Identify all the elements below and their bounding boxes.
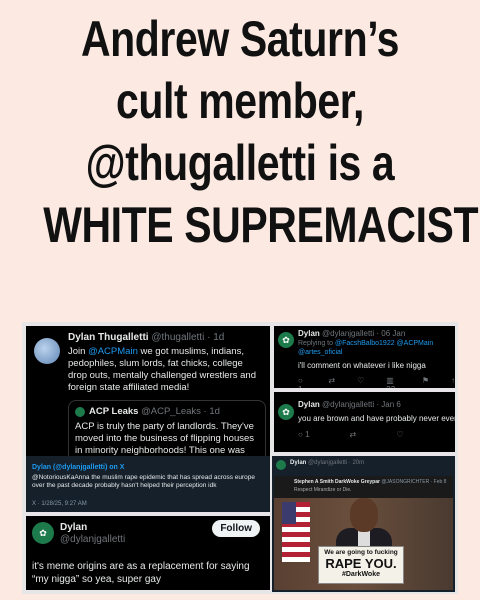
avatar (34, 338, 60, 364)
tweet-text: it's meme origins are as a replacement f… (32, 561, 250, 585)
embed-footer: X · 1/28/25, 9:27 AM (32, 501, 87, 507)
quoted-text: Respect Mirandize or Die. (294, 487, 352, 493)
embed-header[interactable]: Dylan (@dylanjgalletti) on X (32, 462, 124, 474)
author-name: Dylan (298, 400, 320, 409)
sign-text: RAPE YOU. (325, 556, 397, 571)
tweet-meme-origins: ✿ Dylan @dylanjgalletti Follow it's meme… (26, 516, 270, 590)
retweet-icon[interactable]: ⇄ (350, 430, 357, 439)
quoted-handle: @ACP_Leaks · 1d (141, 406, 220, 417)
quoted-name: ACP Leaks (89, 406, 139, 417)
author-handle: @dylanjgalletti (60, 534, 126, 545)
reply-count: 1 (298, 385, 302, 388)
author-name: Dylan (290, 460, 307, 466)
headline-line: cult member, (115, 73, 364, 129)
tweet-text: @NotoriousKaAnna the muslim rape epidemi… (32, 474, 256, 489)
attached-image[interactable]: Stephen A Smith DarkWoke Greypar @JASONG… (274, 476, 453, 590)
headline-line: WHITE SUPREMACIST (43, 197, 479, 253)
avatar-logo-icon: ✿ (278, 332, 294, 348)
tweet-reply-nigga: ✿ Dylan @dylanjgalletti · 06 Jan Replyin… (274, 326, 455, 388)
reply-icon[interactable]: ○ 1 (298, 430, 310, 439)
reply-icon[interactable]: ○ 1 (298, 376, 306, 388)
headline: Andrew Saturn’s cult member, @thugallett… (0, 8, 480, 256)
tweet-brown: ✿ Dylan @dylanjgalletti · Jan 6 you are … (274, 392, 455, 452)
protest-sign: We are going to fucking RAPE YOU. #DarkW… (318, 546, 404, 584)
tweet-embed-europe: Dylan (@dylanjgalletti) on X @NotoriousK… (26, 456, 270, 512)
tweet-header: Dylan @dylanjgalletti · 20m (272, 456, 451, 476)
headline-line: @thugalletti is a (85, 135, 395, 191)
tweet-darkwoke-image: Dylan @dylanjgalletti · 20m Stephen A Sm… (272, 456, 455, 592)
reply-prefix: Replying to (298, 340, 335, 347)
tweet-body: Join @ACPMain we got muslims, indians, p… (68, 346, 264, 394)
retweet-icon[interactable]: ⇄ (328, 376, 335, 388)
us-flag-icon (282, 502, 310, 562)
tweet-author: Dylan Thugalletti @thugalletti · 1d (68, 332, 224, 343)
avatar-logo-icon: ✿ (32, 522, 54, 544)
avatar-logo-icon (276, 460, 286, 470)
reply-count: 1 (305, 430, 310, 439)
tweet-text: Join (68, 346, 89, 357)
tweet-thugalletti: Dylan Thugalletti @thugalletti · 1d Join… (26, 326, 270, 468)
tweet-text: i'll comment on whatever i like nigga (298, 361, 426, 370)
quoted-name: Stephen A Smith DarkWoke Greypar (294, 479, 380, 485)
quoted-text: ACP is truly the party of landlords. The… (75, 421, 255, 456)
headline-line: Andrew Saturn’s (80, 11, 400, 67)
sign-text: #DarkWoke (341, 571, 380, 578)
tweet-author: Dylan @dylanjgalletti · 06 Jan (298, 329, 405, 338)
follow-button[interactable]: Follow (212, 520, 260, 537)
head-shape (350, 498, 378, 532)
tweet-actions: ○ 1 ⇄ ♡ (298, 430, 403, 439)
screenshot-collage: Dylan Thugalletti @thugalletti · 1d Join… (22, 322, 458, 594)
mention-link[interactable]: @ACPMain (88, 346, 138, 357)
quoted-author: Stephen A Smith DarkWoke Greypar @JASONG… (294, 479, 446, 485)
views-icon[interactable]: ▥ 23 (386, 376, 400, 388)
quoted-meta: @JASONGRICHTER · Feb 8 (381, 479, 447, 485)
tweet-actions: ○ 1 ⇄ ♡ ▥ 23 ⚑ ↑ (298, 376, 455, 388)
avatar-logo-icon: ✿ (278, 404, 294, 420)
reply-line: Replying to @FacshBalbo1922 @ACPMain @ar… (298, 339, 452, 357)
like-icon[interactable]: ♡ (357, 376, 364, 388)
author-handle: @thugalletti · 1d (151, 332, 225, 343)
like-icon[interactable]: ♡ (396, 430, 403, 439)
bookmark-icon[interactable]: ⚑ (422, 376, 429, 388)
author-handle: @dylanjgalletti · 06 Jan (322, 329, 406, 338)
views-count: 23 (386, 385, 395, 388)
tweet-author: Dylan @dylanjgalletti · 20m (290, 460, 364, 466)
quoted-tweet-bar: Stephen A Smith DarkWoke Greypar @JASONG… (274, 476, 453, 498)
author-name: Dylan (60, 522, 88, 533)
tweet-text: you are brown and have probably never ev… (298, 414, 455, 423)
quoted-author: ACP Leaks @ACP_Leaks · 1d (89, 406, 220, 417)
share-icon[interactable]: ↑ (451, 376, 455, 388)
author-name: Dylan (298, 329, 320, 338)
acp-logo-icon (75, 407, 85, 417)
tweet-author: Dylan @dylanjgalletti · Jan 6 (298, 400, 401, 409)
author-handle: @dylanjgalletti · 20m (308, 460, 365, 466)
author-handle: @dylanjgalletti · Jan 6 (322, 400, 401, 409)
author-name: Dylan Thugalletti (68, 332, 149, 343)
